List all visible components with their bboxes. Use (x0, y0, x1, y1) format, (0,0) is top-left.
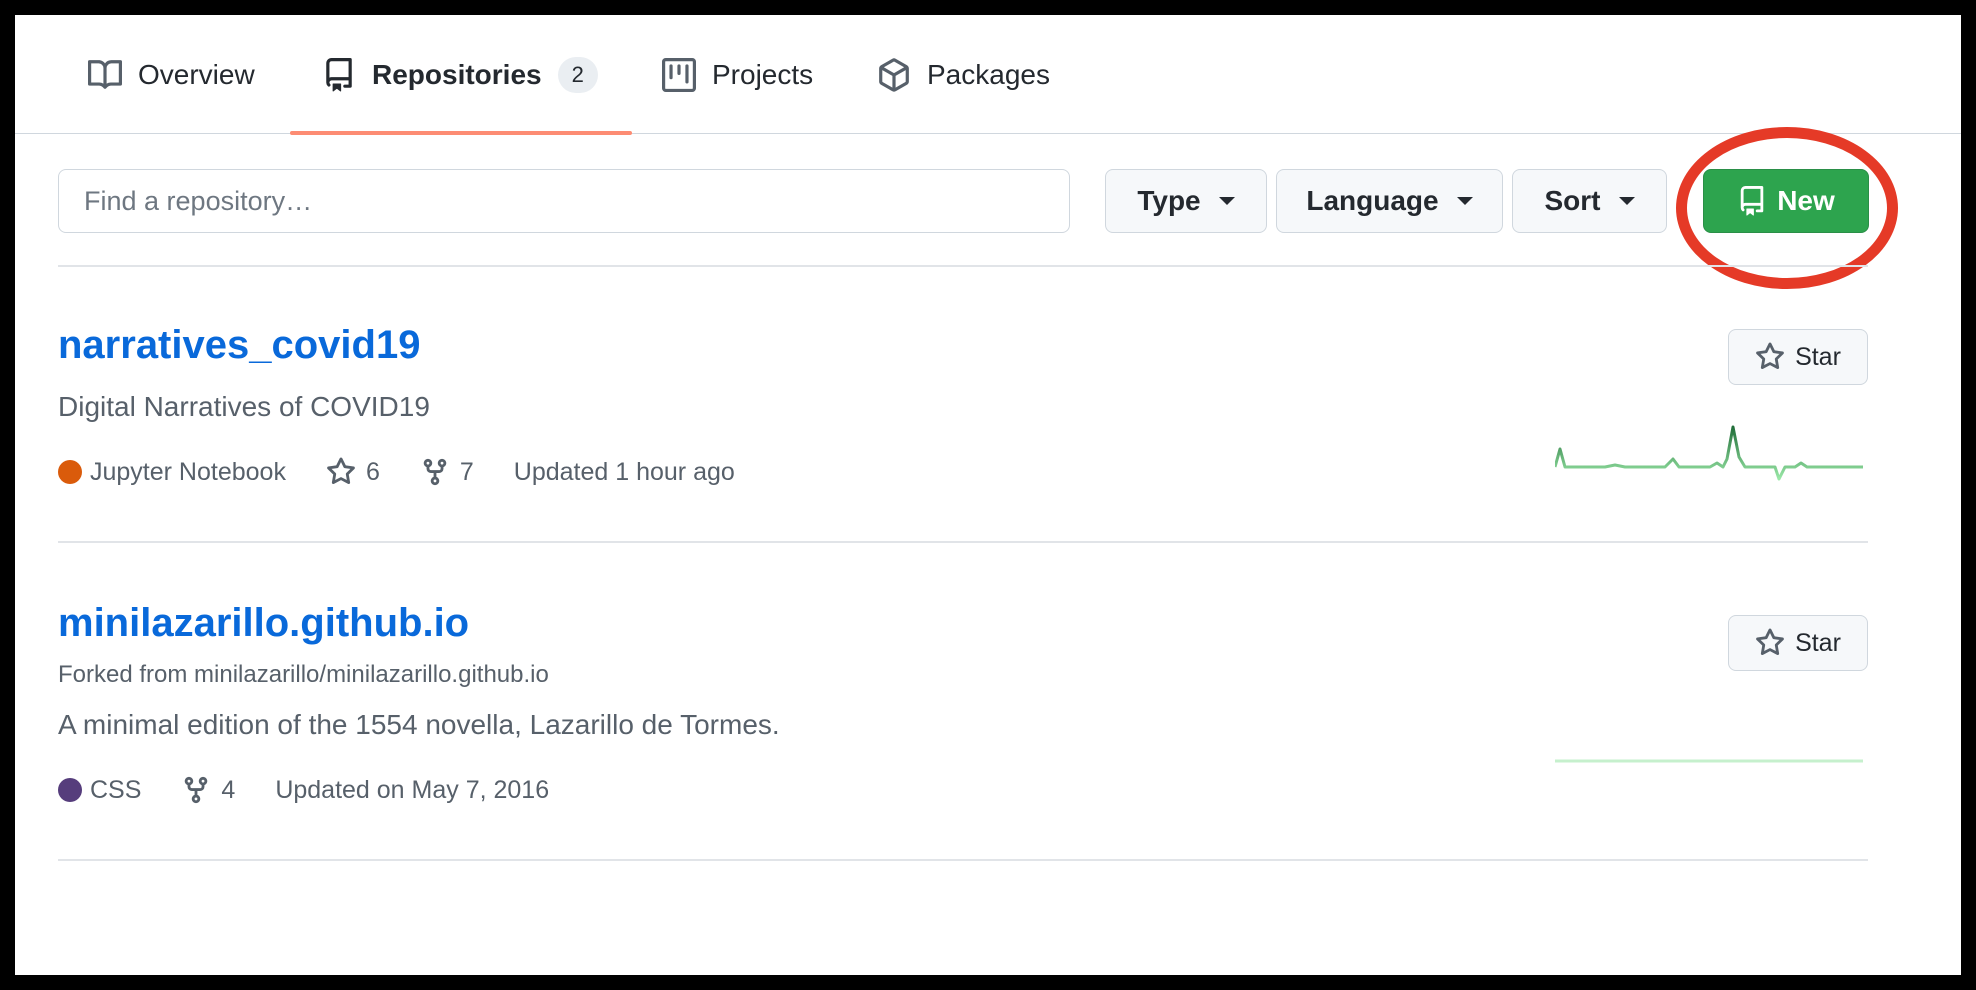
fork-icon (423, 458, 447, 486)
type-filter-dropdown[interactable]: Type (1105, 169, 1267, 233)
language-filter-dropdown[interactable]: Language (1276, 169, 1503, 233)
repo-name-link[interactable]: minilazarillo.github.io (58, 601, 469, 646)
repo-icon (326, 57, 352, 91)
repo-updated: Updated on May 7, 2016 (275, 775, 550, 804)
star-button-label: Star (1795, 628, 1841, 657)
star-button[interactable]: Star (1728, 615, 1868, 671)
tab-projects[interactable]: Projects (662, 15, 813, 134)
repo-updated: Updated 1 hour ago (513, 457, 735, 486)
repo-forks-count: 4 (221, 775, 236, 804)
star-button-label: Star (1795, 342, 1841, 371)
package-icon (879, 57, 909, 92)
language-color-dot (58, 778, 82, 802)
repo-meta: Jupyter Notebook 6 7 Updated 1 hour ago (58, 457, 775, 487)
tab-packages-label: Packages (927, 58, 1050, 90)
project-icon (662, 57, 696, 92)
language-filter-label: Language (1306, 185, 1439, 216)
tab-repositories[interactable]: Repositories 2 (290, 15, 632, 135)
repositories-count-badge: 2 (557, 56, 598, 93)
caret-down-icon (1218, 197, 1235, 205)
repo-meta: CSS 4 Updated on May 7, 2016 (58, 775, 589, 805)
divider (58, 265, 1868, 267)
activity-sparkline (1555, 759, 1863, 763)
type-filter-label: Type (1137, 185, 1201, 216)
repo-language-label: CSS (90, 775, 142, 804)
sort-label: Sort (1544, 185, 1601, 216)
repo-forks-link[interactable]: 7 (420, 457, 474, 487)
repo-language: Jupyter Notebook (58, 458, 286, 487)
repo-language-label: Jupyter Notebook (90, 457, 286, 486)
tab-overview-label: Overview (138, 58, 255, 90)
repo-language: CSS (58, 776, 141, 805)
forked-from-text: Forked from minilazarillo/minilazarillo.… (58, 661, 549, 688)
tab-packages[interactable]: Packages (877, 15, 1050, 134)
repo-description: A minimal edition of the 1554 novella, L… (58, 709, 780, 740)
repo-name-link[interactable]: narratives_covid19 (58, 323, 420, 368)
tab-repositories-label: Repositories (372, 58, 542, 90)
divider (58, 541, 1868, 543)
repo-forks-count: 7 (459, 457, 474, 486)
repo-description: Digital Narratives of COVID19 (58, 391, 430, 422)
star-icon (1756, 628, 1784, 656)
fork-icon (185, 776, 208, 804)
find-repository-input[interactable] (58, 169, 1070, 233)
language-color-dot (58, 460, 82, 484)
star-icon (327, 457, 355, 485)
star-button[interactable]: Star (1728, 329, 1868, 385)
profile-tab-nav: Overview Repositories 2 Projects Package… (15, 15, 1961, 135)
star-icon (1756, 342, 1784, 370)
divider (58, 859, 1868, 861)
repositories-page: Overview Repositories 2 Projects Package… (15, 15, 1961, 975)
repo-stars-link[interactable]: 6 (326, 457, 380, 487)
repo-forks-link[interactable]: 4 (181, 775, 235, 805)
caret-down-icon (1618, 197, 1635, 205)
tab-overview[interactable]: Overview (88, 15, 255, 134)
repo-stars-count: 6 (365, 457, 380, 486)
tab-projects-label: Projects (712, 58, 814, 90)
book-icon (88, 59, 122, 89)
activity-sparkline (1555, 425, 1863, 481)
sort-dropdown[interactable]: Sort (1512, 169, 1667, 233)
caret-down-icon (1456, 197, 1473, 205)
